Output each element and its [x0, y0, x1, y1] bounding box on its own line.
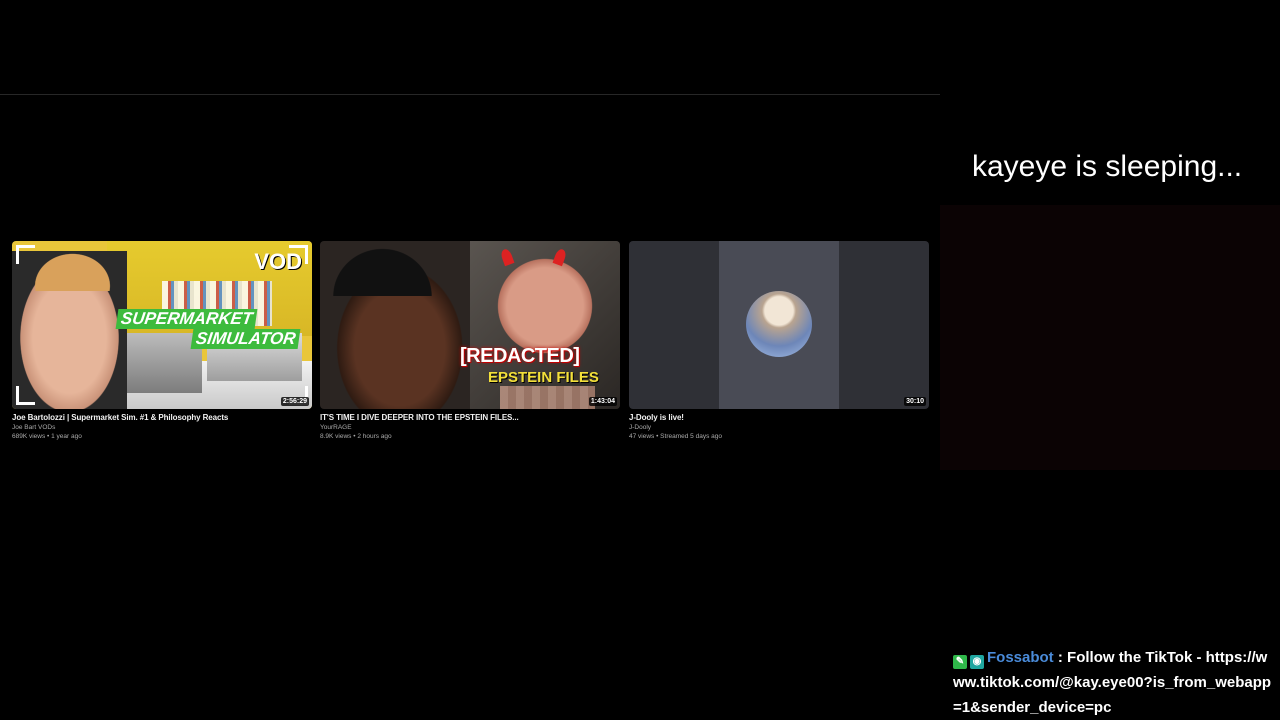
- duration-badge: 30:10: [904, 397, 926, 406]
- chat-username[interactable]: Fossabot: [987, 649, 1054, 666]
- thumb-epstein-text: EPSTEIN FILES: [488, 369, 599, 386]
- video-card[interactable]: [REDACTED] EPSTEIN FILES 1:43:04 IT'S TI…: [320, 241, 620, 440]
- video-thumbnail[interactable]: VOD SUPERMARKET SIMULATOR 2:56:29: [12, 241, 312, 409]
- corner-bracket: [289, 245, 308, 264]
- moderator-badge-icon: ✎: [953, 655, 967, 669]
- channel-name[interactable]: YourRAGE: [320, 424, 620, 431]
- bot-badge-icon: ◉: [970, 655, 984, 669]
- thumb-durag: [325, 241, 440, 296]
- divider: [0, 94, 940, 95]
- thumb-counter: [122, 333, 202, 393]
- video-stats: 47 views • Streamed 5 days ago: [629, 433, 722, 440]
- video-card[interactable]: VOD SUPERMARKET SIMULATOR 2:56:29 Joe Ba…: [12, 241, 312, 440]
- video-stats: 689K views • 1 year ago: [12, 433, 82, 440]
- thumb-pixelation: [500, 386, 595, 409]
- video-thumbnail[interactable]: 30:10: [629, 241, 929, 409]
- chat-separator: :: [1053, 649, 1068, 666]
- chat-message: ✎ ◉ Fossabot : Follow the TikTok - https:/…: [953, 645, 1273, 720]
- duration-badge: 2:56:29: [280, 397, 309, 406]
- thumb-title-line1: SUPERMARKET: [115, 309, 258, 329]
- video-stats: 8.9K views • 2 hours ago: [320, 433, 392, 440]
- duration-badge: 1:43:04: [588, 397, 617, 406]
- video-title[interactable]: J-Dooly is live!: [629, 413, 929, 422]
- video-grid: VOD SUPERMARKET SIMULATOR 2:56:29 Joe Ba…: [12, 241, 932, 451]
- video-title[interactable]: Joe Bartolozzi | Supermarket Sim. #1 & P…: [12, 413, 312, 422]
- video-card[interactable]: 30:10 J-Dooly is live! J-Dooly 47 views …: [629, 241, 929, 440]
- channel-name[interactable]: Joe Bart VODs: [12, 424, 312, 431]
- webcam-area: [940, 205, 1280, 470]
- thumb-title-line2: SIMULATOR: [190, 329, 301, 349]
- sleeping-message: kayeye is sleeping...: [972, 150, 1243, 183]
- stream-overlay: VOD SUPERMARKET SIMULATOR 2:56:29 Joe Ba…: [0, 0, 1280, 720]
- thumb-redacted-text: [REDACTED]: [460, 345, 580, 367]
- channel-name[interactable]: J-Dooly: [629, 424, 929, 431]
- video-thumbnail[interactable]: [REDACTED] EPSTEIN FILES 1:43:04: [320, 241, 620, 409]
- video-title[interactable]: IT'S TIME I DIVE DEEPER INTO THE EPSTEIN…: [320, 413, 620, 422]
- channel-avatar: [746, 291, 812, 357]
- corner-bracket: [16, 386, 35, 405]
- corner-bracket: [16, 245, 35, 264]
- thumb-hair: [20, 241, 125, 291]
